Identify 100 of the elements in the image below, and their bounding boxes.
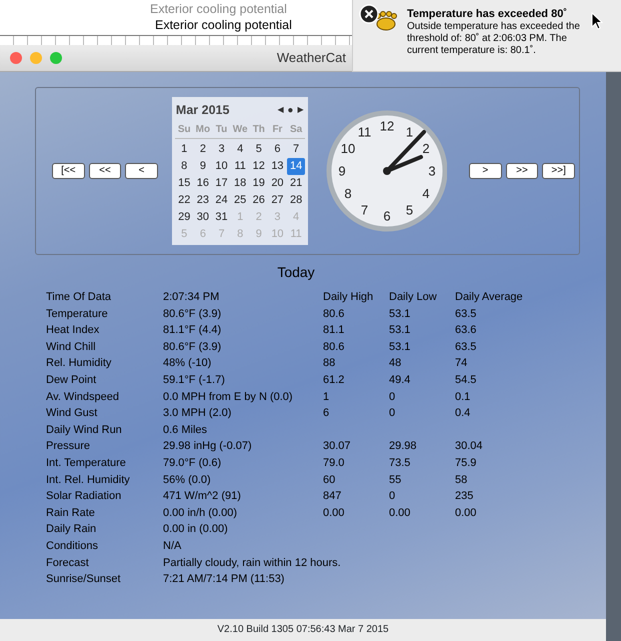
table-cell-text: 88 (323, 356, 336, 372)
calendar-day[interactable]: 27 (268, 192, 287, 209)
clock-number: 9 (338, 164, 346, 178)
nav-button[interactable]: < (125, 163, 158, 179)
minimize-button[interactable] (30, 52, 42, 64)
calendar-day[interactable]: 14 (286, 158, 306, 175)
table-cell-text: 847 (323, 489, 342, 504)
calendar-day[interactable]: 16 (194, 174, 212, 192)
table-cell-text: 54.5 (455, 372, 478, 388)
row-label: Temperature (46, 306, 109, 322)
table-cell-text: 63.6 (455, 323, 478, 338)
row-label: Conditions (46, 538, 99, 554)
table-cell-text: 73.5 (389, 456, 412, 471)
calendar-day[interactable]: 4 (230, 140, 250, 158)
table-cell-text: 2:07:34 PM (163, 290, 220, 305)
section-heading: Today (276, 263, 316, 282)
calendar-day[interactable]: 22 (174, 192, 194, 209)
table-cell-text: 59.1°F (-1.7) (163, 372, 226, 388)
notification-message: Outside temperature has exceeded the threshold of: 80˚ at 2:06:03 PM. The current temperature is: 80.1˚. (407, 21, 581, 57)
table-cell-text: 75.9 (455, 456, 478, 471)
calendar-day[interactable]: 12 (249, 158, 268, 175)
table-cell-text: 29.98 (389, 439, 418, 454)
table-cell-text: 49.4 (389, 372, 412, 388)
table-cell-text: 0.00 in/h (0.00) (163, 506, 238, 521)
table-cell-text: 29.98 inHg (-0.07) (163, 439, 253, 454)
calendar-day[interactable]: 29 (174, 208, 194, 226)
nav-button[interactable]: [<< (52, 163, 85, 179)
calendar-day[interactable]: 15 (174, 174, 194, 192)
row-label: Forecast (46, 556, 90, 570)
clock-number: 8 (344, 186, 352, 201)
calendar-day[interactable]: 18 (230, 174, 250, 192)
weekday-label: Fr (268, 120, 287, 139)
calendar-day[interactable]: 1 (174, 140, 194, 158)
calendar-day[interactable]: 25 (230, 192, 250, 209)
previous-month-button[interactable]: ◀ (275, 104, 286, 116)
calendar-day[interactable]: 11 (230, 158, 250, 175)
table-cell-text: 30.07 (323, 439, 352, 454)
table-cell-text: 30.04 (455, 439, 484, 454)
table-cell-text: 81.1 (323, 323, 346, 338)
weekday-label: Th (249, 120, 268, 139)
calendar-day[interactable]: 7 (286, 140, 306, 158)
paw-icon (374, 11, 398, 31)
close-button[interactable] (10, 52, 22, 64)
table-cell-text: 0 (389, 489, 396, 504)
table-cell-text: 48% (-10) (163, 356, 212, 372)
table-cell-text: 53.1 (389, 306, 412, 322)
calendar-day[interactable]: 10 (212, 158, 231, 175)
window-title: WeatherCat (276, 49, 346, 68)
table-cell-text: 0.00 (389, 506, 412, 521)
row-label: Daily Wind Run (46, 422, 123, 438)
weekday-label: Su (174, 120, 194, 139)
calendar-day[interactable]: 26 (249, 192, 268, 209)
table-cell-text: 80.6°F (3.9) (163, 340, 222, 355)
notification-title: Temperature has exceeded 80˚ (407, 8, 568, 20)
calendar-day[interactable]: 31 (212, 208, 231, 226)
row-label: Int. Rel. Humidity (46, 472, 131, 488)
table-cell-text: 0 (389, 406, 396, 422)
calendar-day[interactable]: 5 (249, 140, 268, 158)
clock-number: 10 (341, 141, 356, 156)
table-cell-text: 0.0 MPH from E by N (0.0) (163, 390, 294, 405)
row-label: Dew Point (46, 372, 98, 388)
calendar-day[interactable]: 30 (194, 208, 212, 226)
calendar-day[interactable]: 20 (268, 174, 287, 192)
row-label: Daily Rain (46, 522, 98, 538)
calendar-day[interactable]: 17 (212, 174, 231, 192)
calendar-day[interactable]: 8 (174, 158, 194, 175)
calendar-day[interactable]: 3 (212, 140, 231, 158)
calendar-day[interactable]: 19 (249, 174, 268, 192)
table-cell-text: 53.1 (389, 323, 412, 338)
nav-button[interactable]: >>] (542, 163, 575, 179)
table-cell-text: 0.00 (323, 506, 346, 521)
today-button[interactable]: ● (285, 102, 296, 118)
calendar-day[interactable]: 9 (194, 158, 212, 175)
calendar-day[interactable]: 28 (286, 192, 306, 209)
clock-number: 2 (422, 141, 430, 156)
calendar-day[interactable]: 6 (268, 140, 287, 158)
calendar-day[interactable]: 2 (194, 140, 212, 158)
table-cell-text: 60 (323, 472, 336, 488)
calendar-day[interactable]: 23 (194, 192, 212, 209)
weekday-label: We (230, 120, 250, 139)
calendar-day[interactable]: 21 (286, 174, 306, 192)
table-cell-text: 0.00 in (0.00) (163, 522, 229, 538)
weekday-label: Sa (286, 120, 306, 139)
row-label: Sunrise/Sunset (46, 572, 122, 588)
table-cell-text: 0 (389, 390, 396, 405)
clock-number: 1 (406, 124, 414, 140)
next-month-button[interactable]: ▶ (295, 104, 306, 116)
calendar-day[interactable]: 13 (268, 158, 287, 175)
calendar-day[interactable]: 24 (212, 192, 231, 209)
table-cell-text: 55 (389, 472, 402, 488)
table-cell-text: 74 (455, 356, 468, 372)
table-cell-text: 6 (323, 406, 330, 422)
nav-button[interactable]: >> (506, 163, 538, 179)
close-icon[interactable] (359, 4, 379, 24)
zoom-button[interactable] (50, 52, 62, 64)
table-cell-text: 7:21 AM/7:14 PM (11:53) (163, 572, 286, 588)
clock-number: 3 (428, 164, 436, 178)
row-label: Solar Radiation (46, 489, 122, 504)
nav-button[interactable]: > (469, 163, 502, 179)
nav-button[interactable]: << (88, 163, 122, 179)
